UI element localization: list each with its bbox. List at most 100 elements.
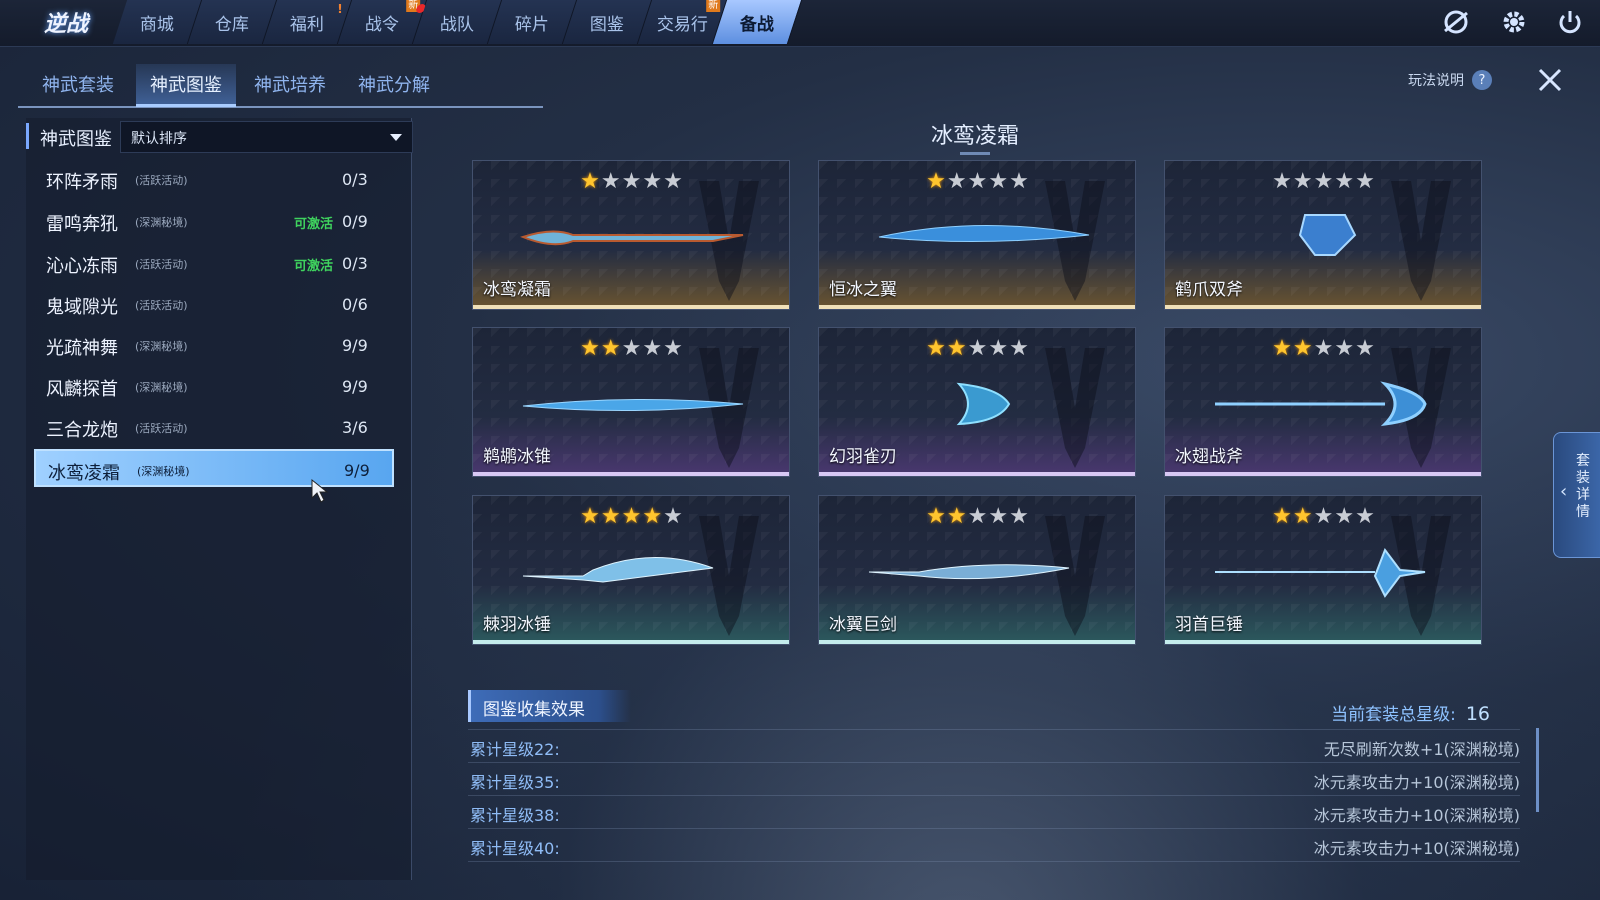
weapon-card[interactable]: ★★★★★ 鹤爪双斧 [1164, 160, 1482, 310]
star-empty-icon: ★ [1313, 169, 1335, 194]
gear-icon[interactable] [1498, 6, 1530, 38]
nav-tab-label: 战队 [440, 14, 474, 35]
star-rating: ★★★★★ [1165, 504, 1481, 529]
set-list-item[interactable]: 环阵矛雨 (活跃活动) 0/3 [34, 160, 394, 198]
star-empty-icon: ★ [663, 504, 684, 529]
star-filled-icon: ★ [926, 336, 947, 361]
weapon-card[interactable]: ★★★★★ 羽首巨锤 [1164, 495, 1482, 645]
divider [468, 828, 1520, 829]
activatable-label: 可激活 [294, 217, 334, 232]
set-source: (深渊秘境) [135, 340, 188, 353]
star-empty-icon: ★ [1009, 169, 1030, 194]
star-filled-icon: ★ [642, 504, 664, 529]
weapon-image [522, 398, 744, 412]
set-list-item[interactable]: 沁心冻雨 (活跃活动) 可激活 0/3 [34, 244, 394, 282]
nav-tab-prepare[interactable]: 备战 [712, 0, 803, 44]
rarity-line [473, 640, 789, 644]
set-progress: 9/9 [342, 377, 368, 396]
collection-title: 图鉴收集效果 [483, 700, 585, 720]
weapon-name: 冰翼巨剑 [829, 615, 897, 635]
star-rating: ★★★★★ [819, 336, 1135, 361]
rarity-line [1165, 640, 1481, 644]
star-rating: ★★★★★ [1165, 169, 1481, 194]
weapon-card[interactable]: ★★★★★ 冰鸾凝霜 [472, 160, 790, 310]
set-list-item-selected[interactable]: 冰鸾凌霜 (深渊秘境) 9/9 [34, 449, 394, 487]
star-rating: ★★★★★ [473, 504, 789, 529]
weapon-card[interactable]: ★★★★★ 恒冰之翼 [818, 160, 1136, 310]
set-progress: 3/6 [342, 418, 368, 437]
total-stars-value: 16 [1465, 703, 1490, 725]
help-link[interactable]: 玩法说明 ? [1408, 70, 1492, 90]
star-empty-icon: ★ [967, 504, 989, 529]
star-empty-icon: ★ [663, 336, 684, 361]
star-empty-icon: ★ [967, 169, 989, 194]
star-empty-icon: ★ [1334, 336, 1356, 361]
star-empty-icon: ★ [1334, 504, 1356, 529]
sort-dropdown[interactable]: 默认排序 [120, 121, 413, 153]
set-source: (活跃活动) [135, 258, 188, 271]
weapon-card[interactable]: ★★★★★ 冰翼巨剑 [818, 495, 1136, 645]
set-list-item[interactable]: 鬼域隙光 (活跃活动) 0/6 [34, 285, 394, 323]
star-filled-icon: ★ [580, 504, 601, 529]
collection-threshold: 累计星级35: [470, 773, 560, 792]
nav-tab-label: 图鉴 [590, 14, 624, 35]
set-progress: 9/9 [344, 461, 370, 480]
star-rating: ★★★★★ [819, 169, 1135, 194]
collection-threshold: 累计星级38: [470, 806, 560, 825]
tab-divine-set[interactable]: 神武套装 [28, 64, 128, 104]
weapon-card[interactable]: ★★★★★ 鹈鹕冰锥 [472, 327, 790, 477]
star-empty-icon: ★ [988, 336, 1010, 361]
weapon-card[interactable]: ★★★★★ 冰翅战斧 [1164, 327, 1482, 477]
close-icon[interactable] [1534, 64, 1566, 96]
set-list-item[interactable]: 光疏神舞 (深渊秘境) 9/9 [34, 326, 394, 364]
collection-row: 累计星级40: 冰元素攻击力+10(深渊秘境) [470, 833, 1520, 859]
set-source: (活跃活动) [135, 299, 188, 312]
weapon-image [520, 230, 744, 246]
collection-scrollbar[interactable] [1536, 728, 1539, 812]
set-name: 冰鸾凌霜 [48, 463, 120, 484]
tab-divine-codex[interactable]: 神武图鉴 [136, 64, 236, 107]
weapon-card[interactable]: ★★★★★ 幻羽雀刃 [818, 327, 1136, 477]
weapon-image [522, 557, 714, 583]
set-list-item[interactable]: 雷鸣奔犼 (深渊秘境) 可激活 0/9 [34, 202, 394, 240]
activatable-label: 可激活 [294, 259, 334, 274]
chevron-down-icon [390, 134, 402, 141]
weapon-name: 冰翅战斧 [1175, 447, 1243, 467]
collection-threshold: 累计星级40: [470, 839, 560, 858]
set-name: 风麟探首 [46, 379, 118, 400]
set-total-stars: 当前套装总星级: 16 [1331, 700, 1490, 725]
weapon-name: 鹤爪双斧 [1175, 280, 1243, 300]
star-filled-icon: ★ [1292, 336, 1314, 361]
star-empty-icon: ★ [1313, 336, 1335, 361]
set-name: 雷鸣奔犼 [46, 214, 118, 235]
collection-row: 累计星级22: 无尽刷新次数+1(深渊秘境) [470, 734, 1520, 760]
weapon-card[interactable]: ★★★★★ 棘羽冰锤 [472, 495, 790, 645]
set-list-header: 神武图鉴 默认排序 [26, 121, 413, 153]
power-icon[interactable] [1554, 6, 1586, 38]
set-list-item[interactable]: 风麟探首 (深渊秘境) 9/9 [34, 367, 394, 405]
tab-divine-train[interactable]: 神武培养 [240, 64, 340, 104]
star-empty-icon: ★ [1313, 504, 1335, 529]
star-rating: ★★★★★ [473, 169, 789, 194]
star-empty-icon: ★ [946, 169, 968, 194]
rarity-line [473, 305, 789, 309]
help-label: 玩法说明 [1408, 73, 1464, 89]
set-list-item[interactable]: 三合龙炮 (活跃活动) 3/6 [34, 408, 394, 446]
nav-tab-label: 福利 [290, 14, 324, 35]
tab-divine-decompose[interactable]: 神武分解 [344, 64, 444, 104]
star-empty-icon: ★ [1009, 336, 1030, 361]
set-name: 光疏神舞 [46, 338, 118, 359]
set-source: (深渊秘境) [135, 381, 188, 394]
star-empty-icon: ★ [1355, 169, 1376, 194]
set-details-side-tab[interactable]: ‹ 套装详情 [1553, 432, 1600, 558]
star-empty-icon: ★ [1292, 169, 1314, 194]
star-empty-icon: ★ [1009, 504, 1030, 529]
star-filled-icon: ★ [621, 504, 643, 529]
weapon-name: 羽首巨锤 [1175, 615, 1243, 635]
collection-header: 图鉴收集效果 [468, 690, 631, 722]
set-source: (深渊秘境) [135, 216, 188, 229]
star-filled-icon: ★ [1292, 504, 1314, 529]
collection-row: 累计星级38: 冰元素攻击力+10(深渊秘境) [470, 800, 1520, 826]
network-icon[interactable] [1440, 6, 1472, 38]
collection-reward: 冰元素攻击力+10(深渊秘境) [1313, 806, 1520, 825]
